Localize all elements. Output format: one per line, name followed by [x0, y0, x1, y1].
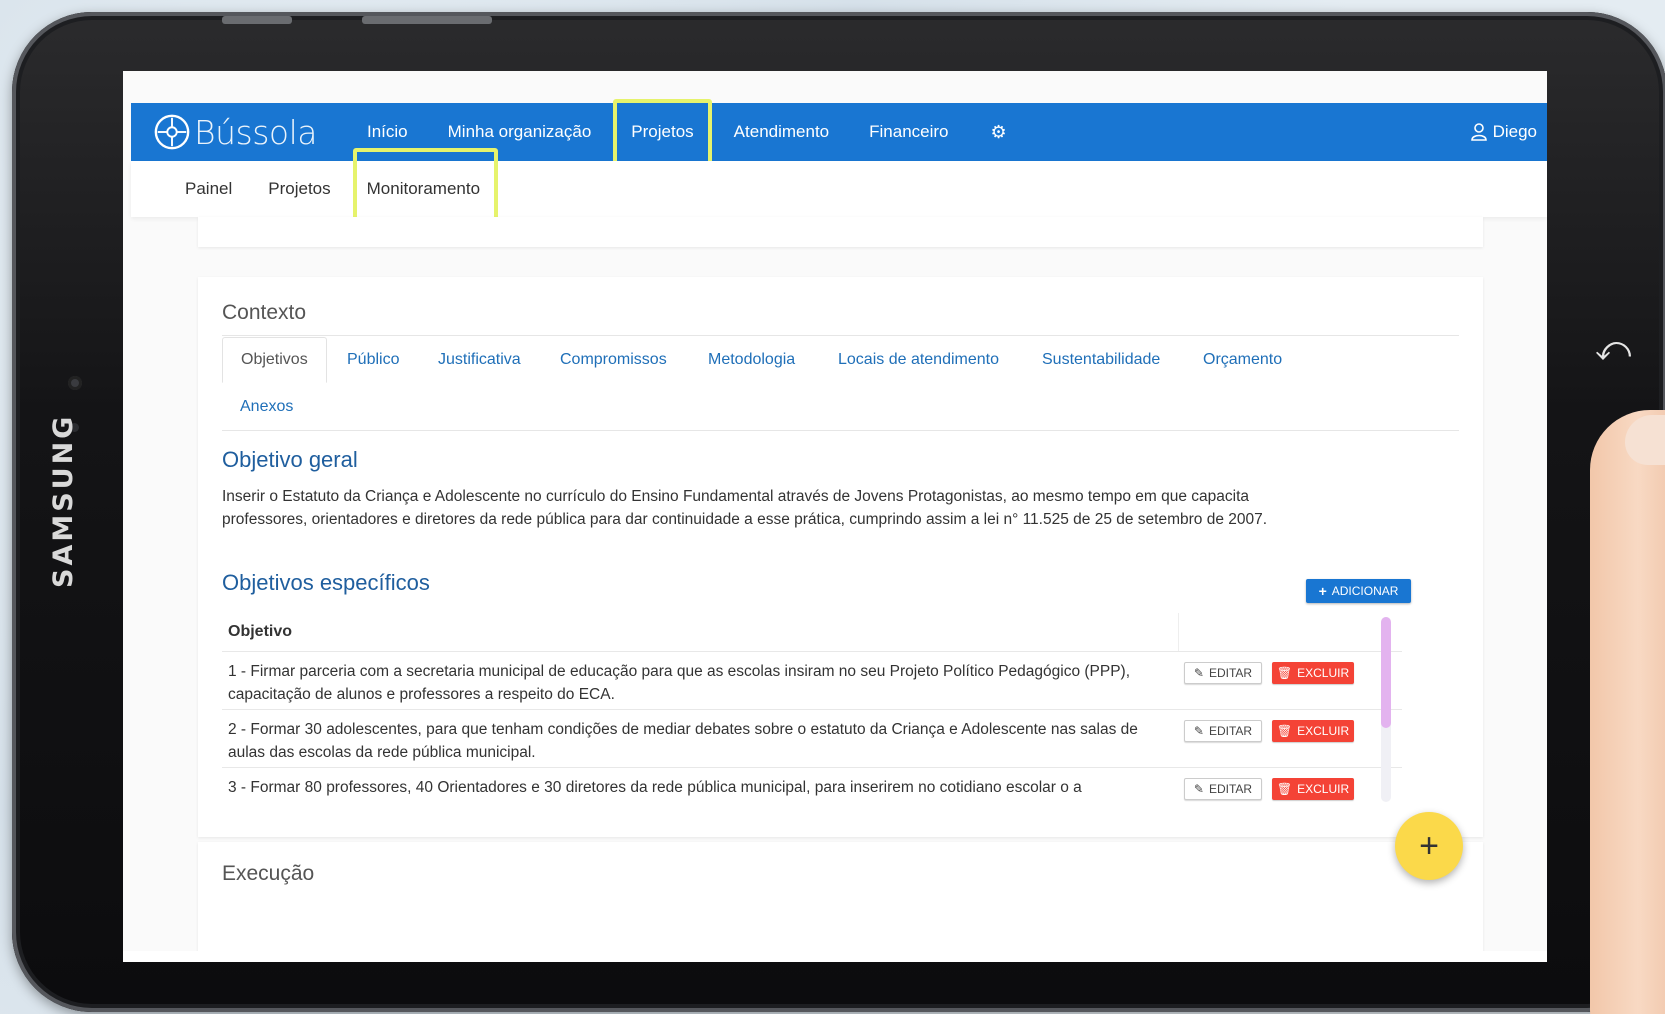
add-button-label: ADICIONAR — [1331, 584, 1399, 598]
tab-anexos[interactable]: Anexos — [240, 398, 293, 416]
power-button — [362, 16, 492, 24]
table-header-objetivo: Objetivo — [228, 623, 293, 640]
edit-label: EDITAR — [1208, 666, 1253, 680]
tab-justificativa[interactable]: Justificativa — [438, 351, 521, 369]
row-text: 1 - Firmar parceria com a secretaria mun… — [228, 663, 1131, 703]
user-icon — [1470, 123, 1487, 141]
row-text: 2 - Formar 30 adolescentes, para que ten… — [228, 721, 1138, 761]
fab-add-button[interactable]: + — [1395, 812, 1463, 880]
table-scrollbar[interactable] — [1381, 617, 1391, 802]
general-objective-title: Objetivo geral — [222, 447, 358, 472]
delete-button[interactable]: 🗑 EXCLUIR — [1272, 662, 1354, 684]
gear-icon[interactable]: ⚙ — [969, 122, 1029, 143]
edit-icon: ✎ — [1193, 724, 1204, 738]
tab-locais-de-atendimento[interactable]: Locais de atendimento — [838, 351, 999, 369]
tab-objetivos[interactable]: Objetivos — [222, 337, 327, 383]
general-objective-text: Inserir o Estatuto da Criança e Adolesce… — [222, 488, 1268, 528]
screen-bottom-edge — [123, 951, 1547, 962]
delete-button[interactable]: 🗑 EXCLUIR — [1272, 778, 1354, 800]
trash-icon: 🗑 — [1276, 666, 1293, 680]
table-viewport: Objetivo 1 - Firmar parceria com a secre… — [222, 613, 1402, 808]
delete-button[interactable]: 🗑 EXCLUIR — [1272, 720, 1354, 742]
volume-button — [222, 16, 292, 24]
hand-thumb — [1590, 410, 1665, 1014]
tab-sustentabilidade[interactable]: Sustentabilidade — [1042, 351, 1160, 369]
specific-objectives-title: Objetivos específicos — [222, 570, 430, 595]
user-menu[interactable]: Diego — [1470, 122, 1537, 142]
scrollbar-thumb[interactable] — [1381, 617, 1391, 728]
subnav-item-projetos[interactable]: Projetos — [268, 179, 330, 199]
user-name: Diego — [1492, 122, 1537, 141]
plus-icon: + — [1318, 583, 1327, 599]
divider — [222, 335, 1459, 336]
tab-orcamento[interactable]: Orçamento — [1203, 351, 1282, 369]
tab-publico[interactable]: Público — [347, 351, 399, 369]
app-logo[interactable]: Bússola — [153, 112, 318, 152]
nav-item-financeiro[interactable]: Financeiro — [849, 103, 968, 161]
tab-metodologia[interactable]: Metodologia — [708, 351, 795, 369]
edit-button[interactable]: ✎ EDITAR — [1184, 720, 1262, 742]
subnav-item-monitoramento[interactable]: Monitoramento — [352, 148, 499, 234]
add-button[interactable]: + ADICIONAR — [1306, 579, 1411, 603]
edit-label: EDITAR — [1208, 782, 1253, 796]
delete-label: EXCLUIR — [1297, 782, 1350, 796]
top-navbar: Bússola Início Minha organização Projeto… — [131, 99, 1547, 167]
tab-compromissos[interactable]: Compromissos — [560, 351, 667, 369]
trash-icon: 🗑 — [1276, 724, 1293, 738]
trash-icon: 🗑 — [1276, 782, 1293, 796]
edit-icon: ✎ — [1193, 782, 1204, 796]
compass-icon — [154, 114, 190, 150]
row-text: 3 - Formar 80 professores, 40 Orientador… — [228, 779, 1082, 796]
back-icon: ⤺ — [1595, 330, 1632, 368]
previous-card — [198, 217, 1483, 247]
nav-item-projetos[interactable]: Projetos — [611, 99, 713, 167]
tabs-divider — [222, 430, 1459, 431]
delete-label: EXCLUIR — [1297, 666, 1350, 680]
table-row: 1 - Firmar parceria com a secretaria mun… — [222, 651, 1402, 709]
execution-title: Execução — [222, 862, 315, 885]
device-brand: SAMSUNG — [48, 413, 79, 588]
edit-button[interactable]: ✎ EDITAR — [1184, 778, 1262, 800]
table-row: 3 - Formar 80 professores, 40 Orientador… — [222, 767, 1402, 808]
subnav-item-painel[interactable]: Painel — [185, 179, 232, 199]
execution-card: Execução — [198, 842, 1483, 962]
context-card: Contexto Objetivos Público Justificativa… — [198, 277, 1483, 837]
edit-button[interactable]: ✎ EDITAR — [1184, 662, 1262, 684]
table-row: 2 - Formar 30 adolescentes, para que ten… — [222, 709, 1402, 767]
edit-label: EDITAR — [1208, 724, 1253, 738]
sub-navbar: Painel Projetos Monitoramento — [131, 148, 1547, 234]
screen: Bússola Início Minha organização Projeto… — [123, 71, 1547, 962]
camera-icon — [68, 376, 82, 390]
header-separator — [1178, 613, 1179, 651]
delete-label: EXCLUIR — [1297, 724, 1350, 738]
context-title: Contexto — [222, 301, 307, 324]
logo-text: Bússola — [194, 112, 318, 152]
edit-icon: ✎ — [1193, 666, 1204, 680]
nav-item-atendimento[interactable]: Atendimento — [714, 103, 849, 161]
